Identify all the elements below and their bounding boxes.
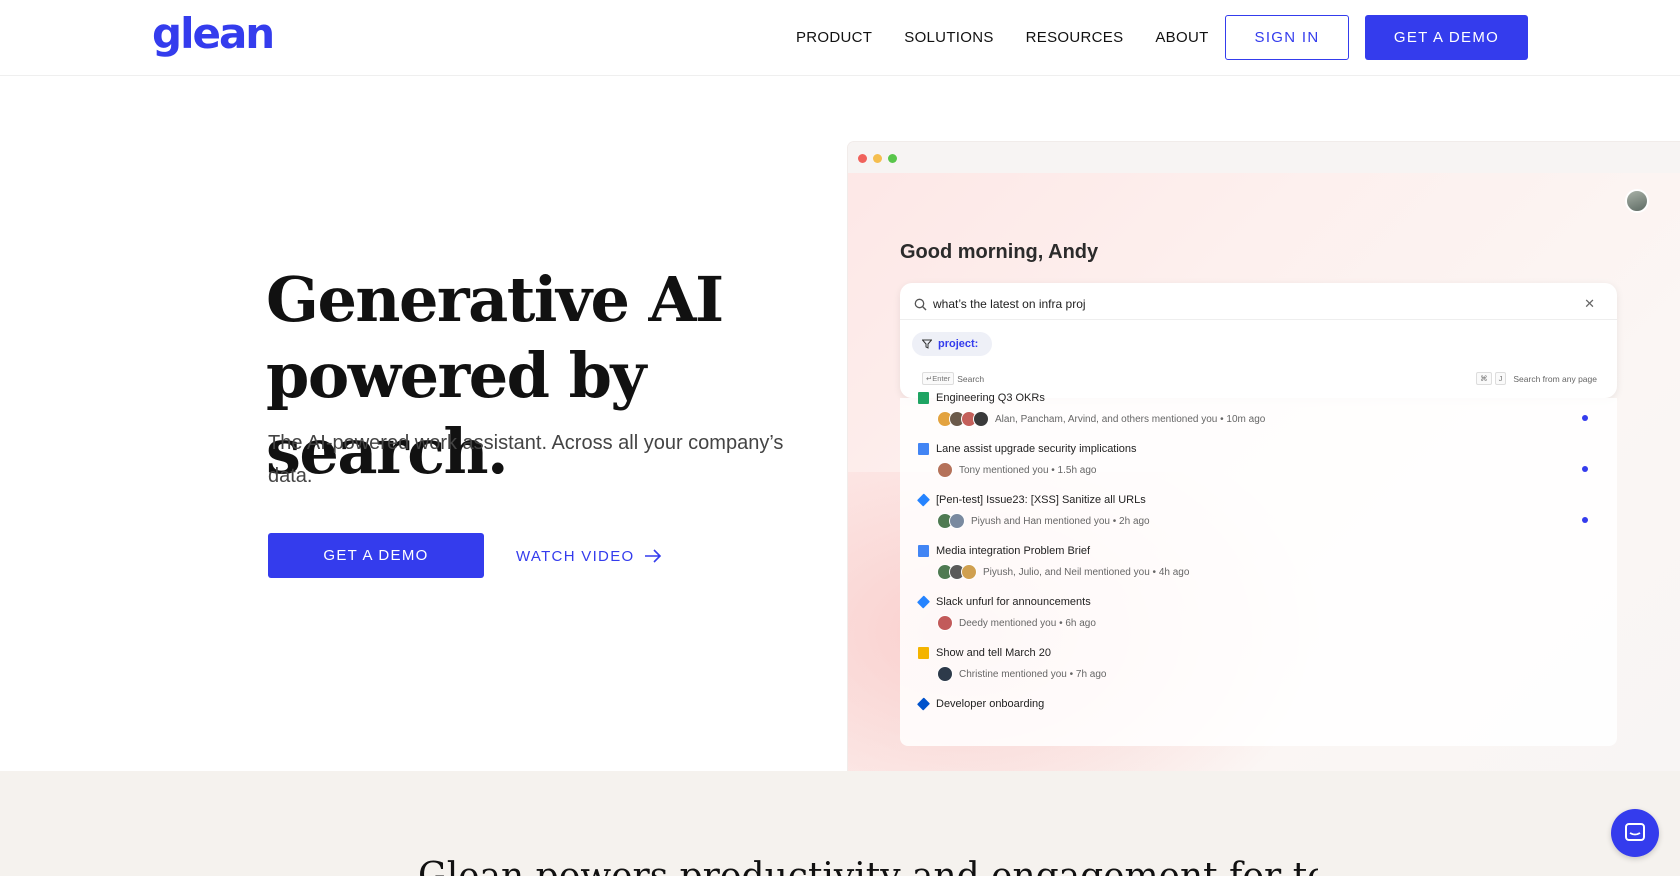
filter-chip[interactable]: project: bbox=[912, 332, 993, 356]
sign-in-button[interactable]: SIGN IN bbox=[1225, 15, 1349, 60]
nav-resources[interactable]: RESOURCES bbox=[1026, 28, 1124, 48]
nav-product[interactable]: PRODUCT bbox=[796, 28, 872, 48]
docs-icon bbox=[918, 443, 929, 455]
feed-title: Developer onboarding bbox=[916, 697, 1045, 711]
feed-meta: Piyush, Julio, and Neil mentioned you • … bbox=[937, 564, 1189, 580]
avatar bbox=[937, 462, 953, 478]
minimize-dot-icon bbox=[873, 154, 882, 163]
feed-meta-text: Tony mentioned you • 1.5h ago bbox=[959, 464, 1097, 476]
feed-title-text: Developer onboarding bbox=[936, 698, 1045, 710]
avatar bbox=[937, 615, 953, 631]
greeting: Good morning, Andy bbox=[900, 241, 1099, 263]
nav-about[interactable]: ABOUT bbox=[1155, 28, 1208, 48]
feed-title-text: Show and tell March 20 bbox=[936, 647, 1051, 659]
get-demo-hero-button[interactable]: GET A DEMO bbox=[268, 533, 484, 578]
feed-title-text: Lane assist upgrade security implication… bbox=[936, 443, 1137, 455]
chat-icon bbox=[1625, 823, 1645, 841]
search-input[interactable]: what’s the latest on infra proj ✕ bbox=[914, 293, 1603, 315]
get-demo-header-button[interactable]: GET A DEMO bbox=[1365, 15, 1528, 60]
filter-icon bbox=[922, 339, 932, 349]
feed-meta-text: Christine mentioned you • 7h ago bbox=[959, 668, 1107, 680]
hint-enter-label: Search bbox=[957, 373, 985, 384]
activity-feed: Engineering Q3 OKRs Alan, Pancham, Arvin… bbox=[900, 392, 1617, 746]
feed-meta: Deedy mentioned you • 6h ago bbox=[937, 615, 1096, 631]
unread-dot-icon bbox=[1582, 517, 1588, 523]
search-card: what’s the latest on infra proj ✕ projec… bbox=[900, 283, 1617, 398]
j-key: J bbox=[1494, 372, 1507, 385]
hint-enter: ↵Enter Search bbox=[922, 372, 984, 385]
list-item[interactable]: Developer onboarding bbox=[916, 697, 1598, 744]
main-nav: PRODUCT SOLUTIONS RESOURCES ABOUT bbox=[796, 28, 1241, 48]
list-item[interactable]: [Pen-test] Issue23: [XSS] Sanitize all U… bbox=[916, 493, 1598, 540]
avatar bbox=[937, 666, 953, 682]
close-dot-icon bbox=[858, 154, 867, 163]
feed-title: Engineering Q3 OKRs bbox=[918, 392, 1045, 404]
feed-title: [Pen-test] Issue23: [XSS] Sanitize all U… bbox=[916, 493, 1146, 507]
maximize-dot-icon bbox=[888, 154, 897, 163]
glean-logo[interactable]: glean bbox=[152, 10, 275, 58]
confluence-icon bbox=[916, 697, 931, 711]
divider bbox=[900, 319, 1617, 320]
feed-title-text: Slack unfurl for announcements bbox=[936, 596, 1091, 608]
user-avatar bbox=[1625, 189, 1649, 213]
chat-launcher-button[interactable] bbox=[1611, 809, 1659, 857]
feed-title: Lane assist upgrade security implication… bbox=[918, 443, 1137, 455]
cmd-key: ⌘ bbox=[1476, 372, 1492, 385]
unread-dot-icon bbox=[1582, 466, 1588, 472]
product-screenshot: Good morning, Andy what’s the latest on … bbox=[848, 142, 1680, 771]
feed-title: Show and tell March 20 bbox=[918, 647, 1051, 659]
feed-meta: Piyush and Han mentioned you • 2h ago bbox=[937, 513, 1150, 529]
feed-meta-text: Piyush, Julio, and Neil mentioned you • … bbox=[983, 566, 1190, 578]
list-item[interactable]: Slack unfurl for announcements Deedy men… bbox=[916, 595, 1598, 642]
avatar bbox=[949, 513, 965, 529]
unread-dot-icon bbox=[1582, 415, 1588, 421]
list-item[interactable]: Engineering Q3 OKRs Alan, Pancham, Arvin… bbox=[918, 392, 1598, 438]
hint-any-page-label: Search from any page bbox=[1513, 373, 1597, 384]
arrow-right-icon bbox=[645, 549, 662, 563]
feed-title: Slack unfurl for announcements bbox=[916, 595, 1091, 609]
search-icon bbox=[914, 298, 927, 310]
hero-title-line1: Generative AI bbox=[266, 263, 724, 336]
slides-icon bbox=[918, 647, 929, 659]
watch-video-label: WATCH VIDEO bbox=[516, 547, 635, 565]
filter-chip-label: project: bbox=[938, 338, 979, 350]
avatar bbox=[961, 564, 977, 580]
feed-meta-text: Alan, Pancham, Arvind, and others mentio… bbox=[995, 413, 1266, 425]
list-item[interactable]: Show and tell March 20 Christine mention… bbox=[918, 647, 1598, 693]
jira-icon bbox=[916, 595, 931, 609]
list-item[interactable]: Lane assist upgrade security implication… bbox=[918, 443, 1598, 489]
feed-meta: Alan, Pancham, Arvind, and others mentio… bbox=[937, 411, 1265, 427]
keyboard-hints: ↵Enter Search ⌘ J Search from any page bbox=[922, 372, 1597, 386]
jira-icon bbox=[916, 493, 931, 507]
hero-subtitle: The AI-powered work assistant. Across al… bbox=[268, 432, 784, 487]
feed-title-text: [Pen-test] Issue23: [XSS] Sanitize all U… bbox=[936, 494, 1146, 506]
close-icon[interactable]: ✕ bbox=[1584, 296, 1595, 312]
hint-any-page: ⌘ J Search from any page bbox=[1476, 372, 1597, 385]
feed-title-text: Media integration Problem Brief bbox=[936, 545, 1091, 557]
band-headline: Glean powers productivity and engagement… bbox=[418, 855, 1318, 876]
feed-meta-text: Deedy mentioned you • 6h ago bbox=[959, 617, 1096, 629]
window-titlebar bbox=[848, 142, 1680, 173]
feed-meta-text: Piyush and Han mentioned you • 2h ago bbox=[971, 515, 1150, 527]
site-header: glean PRODUCT SOLUTIONS RESOURCES ABOUT … bbox=[0, 0, 1680, 76]
feed-title-text: Engineering Q3 OKRs bbox=[936, 392, 1045, 404]
avatar bbox=[973, 411, 989, 427]
feed-meta: Christine mentioned you • 7h ago bbox=[937, 666, 1106, 682]
search-query: what’s the latest on infra proj bbox=[933, 297, 1086, 311]
feed-meta: Tony mentioned you • 1.5h ago bbox=[937, 462, 1097, 478]
watch-video-link[interactable]: WATCH VIDEO bbox=[516, 545, 662, 567]
nav-solutions[interactable]: SOLUTIONS bbox=[904, 28, 993, 48]
feed-title: Media integration Problem Brief bbox=[918, 545, 1090, 557]
sheets-icon bbox=[918, 392, 929, 404]
list-item[interactable]: Media integration Problem Brief Piyush, … bbox=[918, 545, 1598, 591]
enter-key: ↵Enter bbox=[922, 372, 955, 385]
docs-icon bbox=[918, 545, 929, 557]
